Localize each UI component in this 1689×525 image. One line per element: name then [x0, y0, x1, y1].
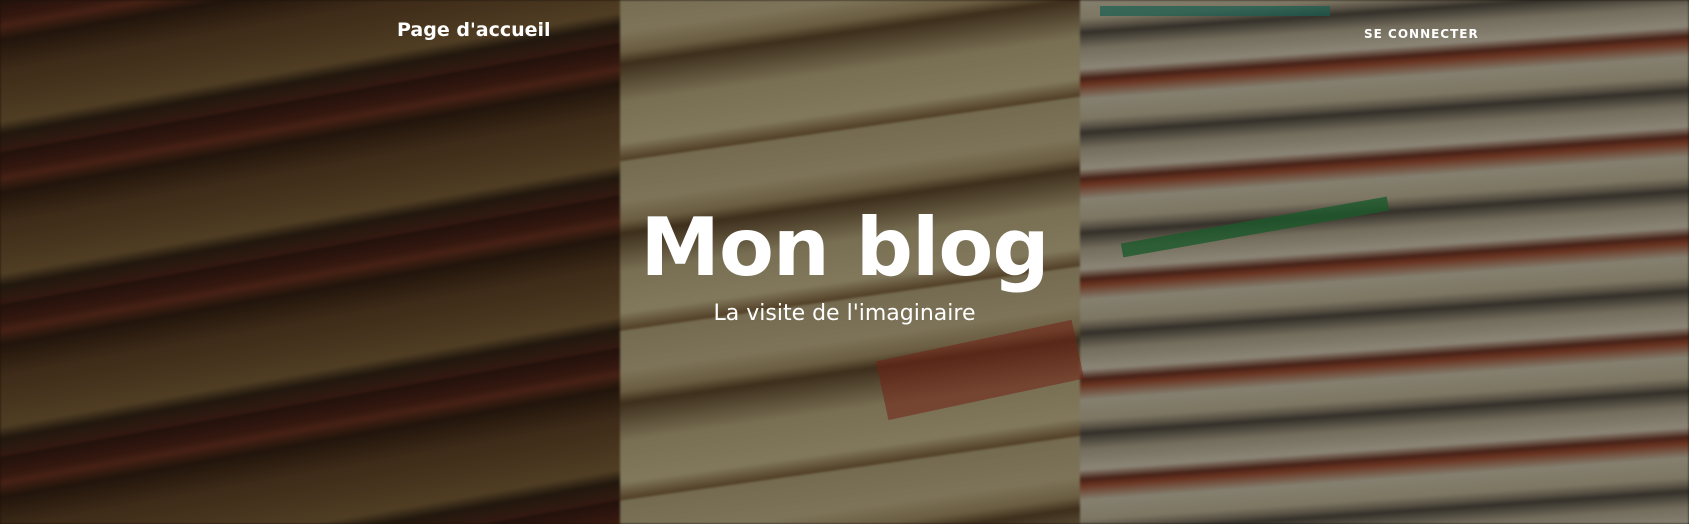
site-heading: Mon blog La visite de l'imaginaire [0, 200, 1689, 328]
home-link[interactable]: Page d'accueil [397, 19, 551, 41]
main-navbar: Page d'accueil SE CONNECTER [0, 0, 1689, 66]
login-link[interactable]: SE CONNECTER [1364, 27, 1479, 41]
site-title: Mon blog [640, 201, 1049, 294]
site-subtitle: La visite de l'imaginaire [713, 301, 976, 326]
masthead: Page d'accueil SE CONNECTER Mon blog La … [0, 0, 1689, 524]
